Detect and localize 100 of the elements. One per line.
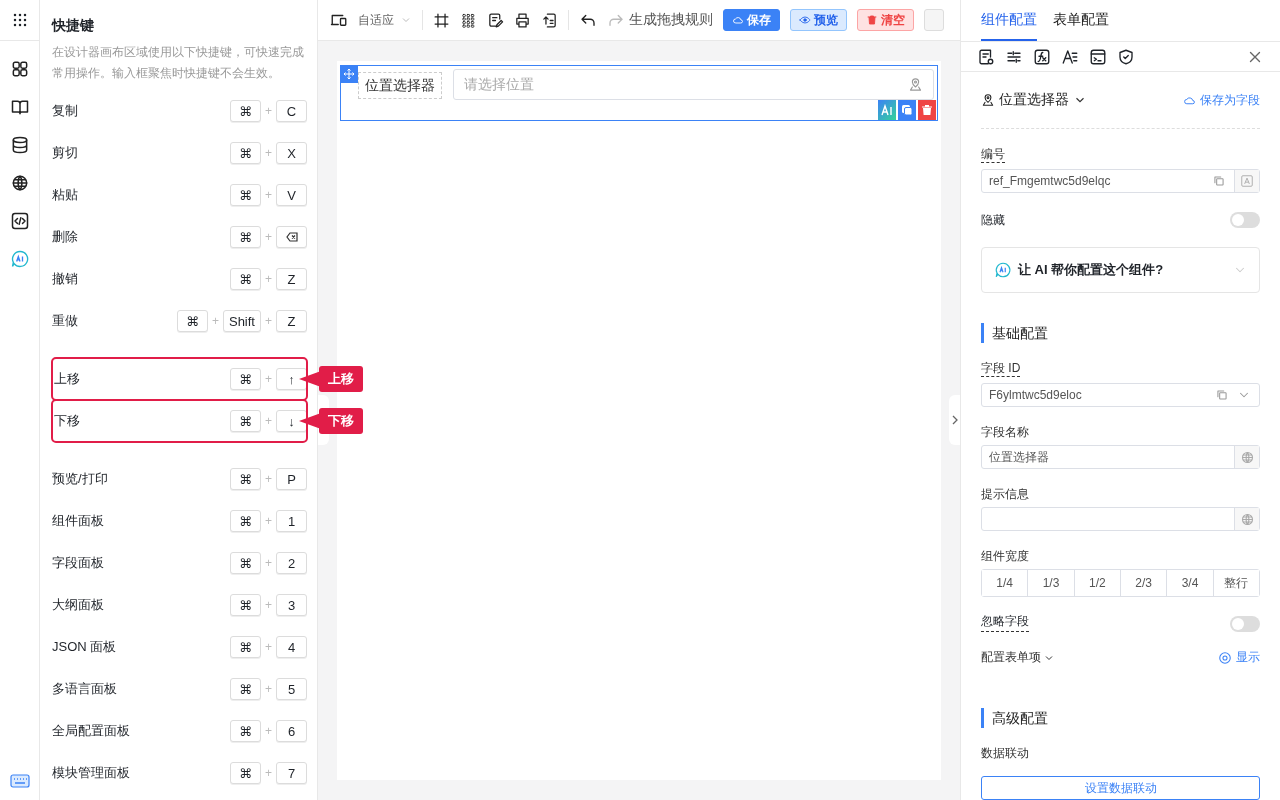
hint-input[interactable]	[981, 507, 1260, 531]
shield-check-icon[interactable]	[1117, 47, 1135, 66]
shortcut-label: JSON 面板	[52, 638, 117, 656]
field-label: 数据联动	[981, 746, 1030, 760]
plus-sign: +	[265, 724, 272, 738]
ai-assistant-icon[interactable]	[9, 249, 30, 269]
plus-sign: +	[265, 188, 272, 202]
plus-sign: +	[265, 766, 272, 780]
copy-icon	[1212, 174, 1226, 188]
key-cap: ⌘	[230, 552, 261, 574]
layout-mode-dropdown[interactable]: 自适应	[358, 11, 412, 29]
shortcut-label: 复制	[52, 102, 78, 120]
document-swap-icon[interactable]	[541, 11, 558, 29]
data-linkage-button[interactable]: 设置数据联动	[981, 776, 1260, 800]
crop-frame-icon[interactable]	[433, 11, 450, 29]
show-link[interactable]: 显示	[1218, 649, 1260, 666]
terminal-window-icon[interactable]	[1089, 47, 1107, 66]
keyboard-icon[interactable]	[9, 774, 30, 788]
field-label: 隐藏	[981, 211, 1005, 229]
shortcut-label: 删除	[52, 228, 78, 246]
shortcut-label: 剪切	[52, 144, 78, 162]
ai-prompt-text: 让 AI 帮你配置这个组件?	[1018, 261, 1164, 279]
location-pin-icon	[908, 77, 923, 92]
key-cap: ⌘	[230, 184, 261, 206]
key-cap: ⌘	[230, 368, 261, 390]
key-cap: ⌘	[230, 100, 261, 122]
toggle-switch[interactable]	[1230, 616, 1260, 632]
plus-sign: +	[265, 514, 272, 528]
move-handle-icon[interactable]	[340, 65, 358, 83]
key-cap: ⌘	[230, 468, 261, 490]
location-pin-icon	[981, 93, 995, 107]
component-type-dropdown[interactable]: 位置选择器	[981, 91, 1087, 109]
field-id-select[interactable]: F6ylmtwc5d9eloc	[981, 383, 1260, 407]
text-style-icon[interactable]	[1061, 47, 1079, 66]
shortcut-label: 全局配置面板	[52, 722, 130, 740]
key-cap: 2	[276, 552, 307, 574]
toolbar-button[interactable]: 保存	[723, 9, 780, 31]
shortcut-label: 模块管理面板	[52, 764, 130, 782]
toolbar-button[interactable]: 预览	[790, 9, 847, 31]
key-cap: ⌘	[230, 510, 261, 532]
form-settings-icon[interactable]	[977, 47, 995, 66]
plus-sign: +	[265, 472, 272, 486]
key-cap: ⌘	[230, 636, 261, 658]
ai-suggestion-card[interactable]: 让 AI 帮你配置这个组件?	[981, 247, 1260, 293]
shortcut-label: 预览/打印	[52, 470, 108, 488]
field-label: 字段 ID	[981, 361, 1021, 377]
key-cap: ⌘	[230, 142, 261, 164]
delete-action-icon[interactable]	[918, 100, 936, 120]
field-name-input[interactable]: 位置选择器	[981, 445, 1260, 469]
key-cap: 1	[276, 510, 307, 532]
expand-handle[interactable]	[949, 395, 960, 445]
toggle-switch[interactable]	[1230, 212, 1260, 228]
key-cap: ↑	[276, 368, 307, 390]
save-as-field-link[interactable]: 保存为字段	[1183, 91, 1260, 109]
backspace-key-icon	[276, 226, 307, 248]
key-cap: ⌘	[230, 594, 261, 616]
key-cap: ⌘	[230, 678, 261, 700]
plus-sign: +	[211, 314, 219, 328]
panel-title: 快捷键	[52, 16, 95, 34]
plus-sign: +	[265, 230, 272, 244]
form-field-frame[interactable]: 位置选择器 请选择位置	[340, 65, 938, 121]
book-icon[interactable]	[9, 97, 30, 117]
plus-sign: +	[265, 640, 272, 654]
generate-rule-link[interactable]: 生成拖拽规则	[629, 11, 713, 29]
plus-sign: +	[265, 414, 272, 428]
grid-dots-icon[interactable]	[460, 11, 477, 29]
copy-icon	[1215, 388, 1229, 402]
panel-tab[interactable]: 表单配置	[1053, 0, 1109, 41]
eye-icon	[799, 14, 811, 26]
panel-tab[interactable]: 组件配置	[981, 0, 1037, 41]
shortcut-label: 重做	[52, 312, 78, 330]
shortcut-label: 多语言面板	[52, 680, 117, 698]
edit-document-icon[interactable]	[487, 11, 504, 29]
field-label: 位置选择器	[358, 72, 442, 99]
key-cap: V	[276, 184, 307, 206]
key-cap: C	[276, 100, 307, 122]
field-label: 提示信息	[981, 487, 1030, 501]
width-option[interactable]: 1/4	[982, 570, 1029, 596]
formula-icon[interactable]	[1033, 47, 1051, 66]
key-cap: 5	[276, 678, 307, 700]
copy-action-icon[interactable]	[898, 100, 916, 120]
ai-assistant-icon	[994, 261, 1012, 279]
key-cap: Shift	[222, 310, 261, 332]
shortcut-label: 上移	[54, 370, 80, 388]
key-cap: P	[276, 468, 307, 490]
plus-sign: +	[265, 372, 272, 386]
key-cap: ⌘	[230, 762, 261, 784]
plus-sign: +	[265, 146, 272, 160]
key-cap: 6	[276, 720, 307, 742]
key-cap: ⌘	[230, 268, 261, 290]
field-label: 编号	[981, 147, 1005, 163]
form-items-dropdown[interactable]: 配置表单项	[981, 649, 1055, 666]
shortcut-label: 组件面板	[52, 512, 104, 530]
code-icon[interactable]	[9, 211, 30, 231]
ai-action-icon[interactable]	[878, 100, 896, 120]
ref-input[interactable]: ref_Fmgemtwc5d9elqc	[981, 169, 1260, 193]
plus-sign: +	[265, 104, 272, 118]
plus-sign: +	[265, 272, 272, 286]
key-cap: X	[276, 142, 307, 164]
printer-icon[interactable]	[514, 11, 531, 29]
